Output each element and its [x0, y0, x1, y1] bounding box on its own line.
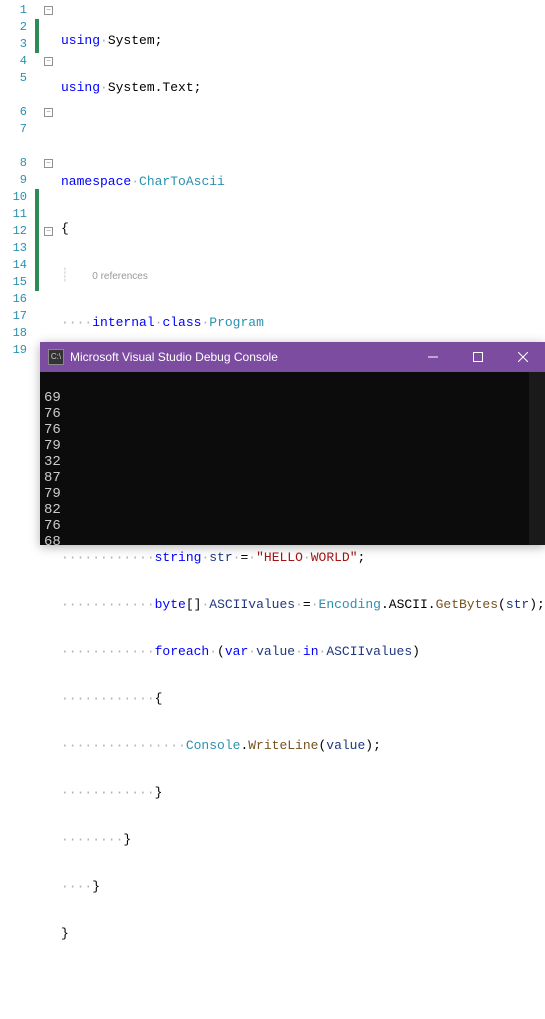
code-line: ····internal·class·Program	[61, 314, 545, 331]
code-line: ················Console.WriteLine(value)…	[61, 737, 545, 754]
code-line: using·System;	[61, 32, 545, 49]
code-line: ············foreach·(var·value·in·ASCIIv…	[61, 643, 545, 660]
console-scrollbar[interactable]	[529, 372, 545, 545]
code-line: ············{	[61, 690, 545, 707]
console-titlebar[interactable]: C:\ Microsoft Visual Studio Debug Consol…	[40, 342, 545, 372]
maximize-button[interactable]	[455, 342, 500, 372]
code-editor[interactable]: 1 2 3 4 5 6 7 8 9 10 11 12 13 14 15 16 1…	[0, 0, 545, 342]
console-output[interactable]: 69 76 76 79 32 87 79 82 76 68	[40, 372, 545, 545]
fold-toggle-icon[interactable]: −	[44, 159, 53, 168]
code-line: ········}	[61, 831, 545, 848]
fold-toggle-icon[interactable]: −	[44, 108, 53, 117]
fold-toggle-icon[interactable]: −	[44, 6, 53, 15]
fold-toggle-icon[interactable]: −	[44, 57, 53, 66]
code-line: ············byte[]·ASCIIvalues·=·Encodin…	[61, 596, 545, 613]
debug-console-window: C:\ Microsoft Visual Studio Debug Consol…	[40, 342, 545, 545]
code-line	[61, 972, 545, 989]
code-line: using·System.Text;	[61, 79, 545, 96]
line-number-gutter: 1 2 3 4 5 6 7 8 9 10 11 12 13 14 15 16 1…	[0, 0, 35, 342]
code-area[interactable]: using·System; using·System.Text; namespa…	[61, 0, 545, 342]
code-line: {	[61, 220, 545, 237]
minimize-button[interactable]	[410, 342, 455, 372]
code-line: namespace·CharToAscii	[61, 173, 545, 190]
console-app-icon: C:\	[48, 349, 64, 365]
fold-column: − − − − −	[41, 0, 61, 342]
codelens-references[interactable]: ┊ 0 references	[61, 267, 545, 284]
code-line: ············}	[61, 784, 545, 801]
close-button[interactable]	[500, 342, 545, 372]
console-title: Microsoft Visual Studio Debug Console	[70, 350, 410, 364]
code-line: }	[61, 925, 545, 942]
fold-toggle-icon[interactable]: −	[44, 227, 53, 236]
code-line: ············string·str·=·"HELLO·WORLD";	[61, 549, 545, 566]
code-line: ····}	[61, 878, 545, 895]
code-line	[61, 126, 545, 143]
